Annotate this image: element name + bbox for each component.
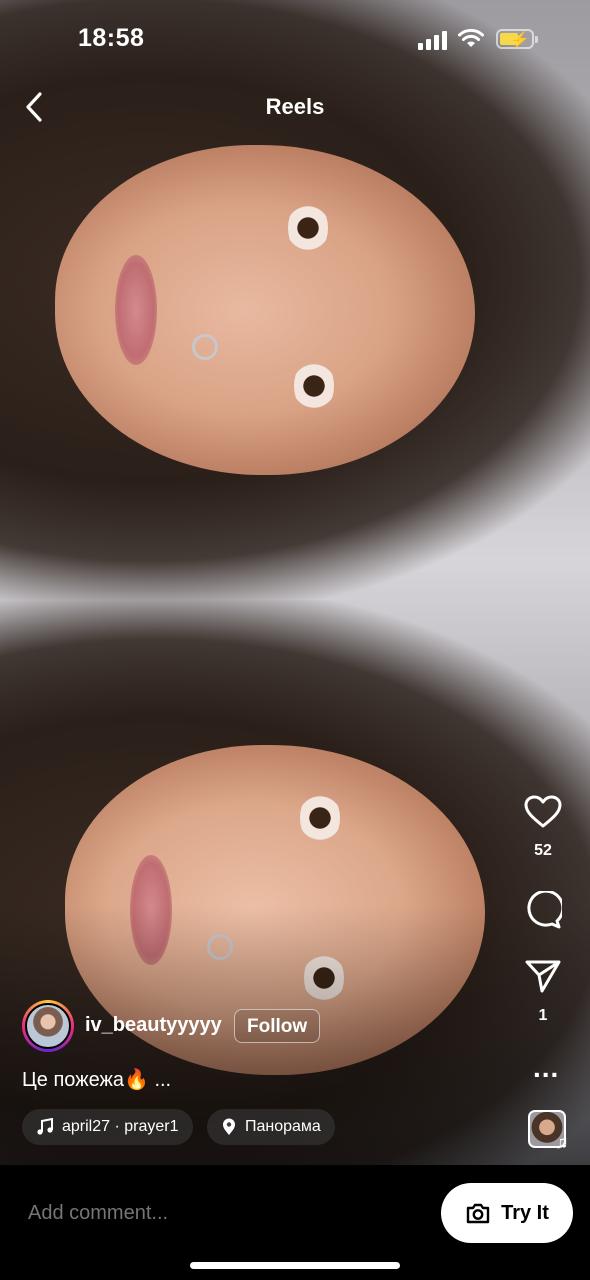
status-bar: 18:58 ⚡ <box>0 0 590 80</box>
photo-nose-ring <box>192 334 218 360</box>
camera-icon <box>466 1203 490 1224</box>
wifi-icon <box>458 28 484 47</box>
send-icon <box>525 960 561 993</box>
location-pin-icon <box>223 1118 235 1135</box>
like-button[interactable]: 52 <box>518 795 568 860</box>
home-indicator <box>190 1262 400 1269</box>
music-note-icon: ♫ <box>555 1132 569 1152</box>
more-icon[interactable]: ... <box>533 1054 559 1082</box>
comment-icon <box>527 889 565 929</box>
try-it-label: Try It <box>501 1201 549 1224</box>
heart-icon <box>524 795 562 828</box>
like-count: 52 <box>534 842 552 859</box>
page-title: Reels <box>265 94 325 119</box>
reel-video[interactable] <box>0 0 590 1165</box>
try-it-button[interactable]: Try It <box>441 1183 573 1243</box>
comment-bar: Try It <box>0 1165 590 1280</box>
music-icon <box>37 1118 53 1135</box>
photo-eye <box>300 790 340 846</box>
photo-lips <box>115 255 157 365</box>
audio-label: april27 · prayer1 <box>62 1118 179 1135</box>
share-button[interactable]: 1 <box>518 958 568 1025</box>
status-time: 18:58 <box>78 24 145 52</box>
battery-icon: ⚡ <box>496 29 538 49</box>
photo-eye <box>288 200 328 256</box>
caption[interactable]: Це пожежа🔥 ... <box>22 1067 171 1092</box>
share-count: 1 <box>538 1007 548 1024</box>
location-pill[interactable]: Панорама <box>207 1109 335 1145</box>
author-username[interactable]: iv_beautyyyyy <box>85 1014 222 1037</box>
author-avatar[interactable] <box>22 1000 74 1052</box>
follow-button[interactable]: Follow <box>234 1009 321 1043</box>
location-label: Панорама <box>245 1118 321 1135</box>
audio-pill[interactable]: april27 · prayer1 <box>22 1109 193 1145</box>
signal-icon <box>418 30 447 50</box>
comment-input[interactable] <box>28 1202 388 1225</box>
comment-button[interactable] <box>518 889 568 934</box>
photo-eye <box>294 358 334 414</box>
